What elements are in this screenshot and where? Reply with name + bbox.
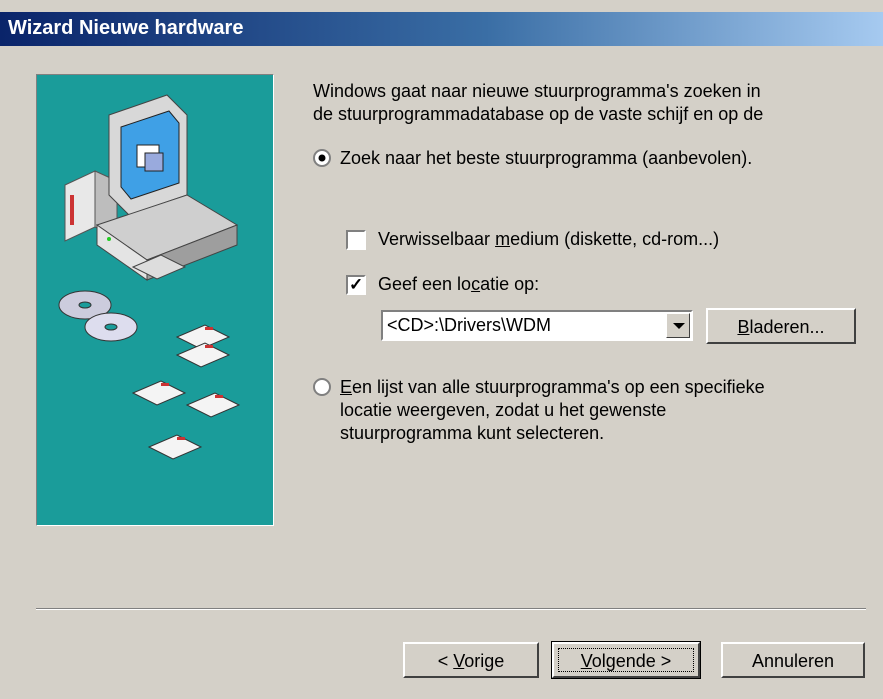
back-accel: V	[453, 651, 465, 671]
driver-list-line-1[interactable]: Een lijst van alle stuurprogramma's op e…	[340, 376, 765, 398]
wizard-window: Wizard Nieuwe hardware Windows gaat naar…	[0, 0, 883, 699]
focus-rect	[558, 648, 694, 672]
specify-location-label[interactable]: Geef een locatie op:	[378, 273, 539, 295]
search-best-driver-label[interactable]: Zoek naar het beste stuurprogramma (aanb…	[340, 147, 752, 169]
removable-media-label-accel: m	[495, 229, 511, 249]
specify-location-checkbox[interactable]: ✓	[346, 275, 366, 295]
intro-line-1: Windows gaat naar nieuwe stuurprogramma'…	[313, 81, 761, 101]
driver-list-line-3[interactable]: stuurprogramma kunt selecteren.	[340, 422, 604, 444]
browse-button[interactable]: Bladeren...	[706, 308, 856, 344]
chevron-down-icon	[673, 323, 685, 329]
driver-list-accel: E	[340, 377, 353, 397]
driver-list-line-2[interactable]: locatie weergeven, zodat u het gewenste	[340, 399, 666, 421]
specify-location-label-pre: Geef een lo	[378, 274, 472, 294]
wizard-illustration	[36, 74, 274, 526]
back-label: orige	[464, 651, 505, 671]
browse-label: laderen...	[749, 317, 825, 337]
browse-accel: B	[737, 317, 750, 337]
cancel-button[interactable]: Annuleren	[721, 642, 865, 678]
removable-media-checkbox[interactable]	[346, 230, 366, 250]
window-title: Wizard Nieuwe hardware	[8, 17, 244, 39]
back-pre: <	[437, 651, 454, 671]
location-combobox[interactable]: <CD>:\Drivers\WDM	[381, 310, 693, 341]
title-bar[interactable]: Wizard Nieuwe hardware	[0, 12, 883, 46]
specify-location-label-post: atie op:	[480, 274, 540, 294]
dropdown-arrow-button[interactable]	[666, 313, 690, 338]
checkmark-icon: ✓	[349, 275, 364, 294]
removable-media-label[interactable]: Verwisselbaar medium (diskette, cd-rom..…	[378, 228, 719, 250]
back-button[interactable]: < Vorige	[403, 642, 539, 678]
next-button[interactable]: Volgende >	[551, 641, 701, 679]
search-best-driver-radio[interactable]	[313, 149, 331, 167]
location-value: <CD>:\Drivers\WDM	[387, 315, 552, 335]
driver-list-radio[interactable]	[313, 378, 331, 396]
intro-line-2: de stuurprogrammadatabase op de vaste sc…	[313, 104, 764, 124]
specify-location-label-accel: c	[471, 274, 481, 294]
removable-media-label-pre: Verwisselbaar	[378, 229, 496, 249]
removable-media-label-post: edium (diskette, cd-rom...)	[510, 229, 720, 249]
driver-list-line-1-text: en lijst van alle stuurprogramma's op ee…	[352, 377, 765, 397]
button-separator	[36, 608, 866, 610]
computer-cd-diskettes-icon	[58, 94, 241, 460]
